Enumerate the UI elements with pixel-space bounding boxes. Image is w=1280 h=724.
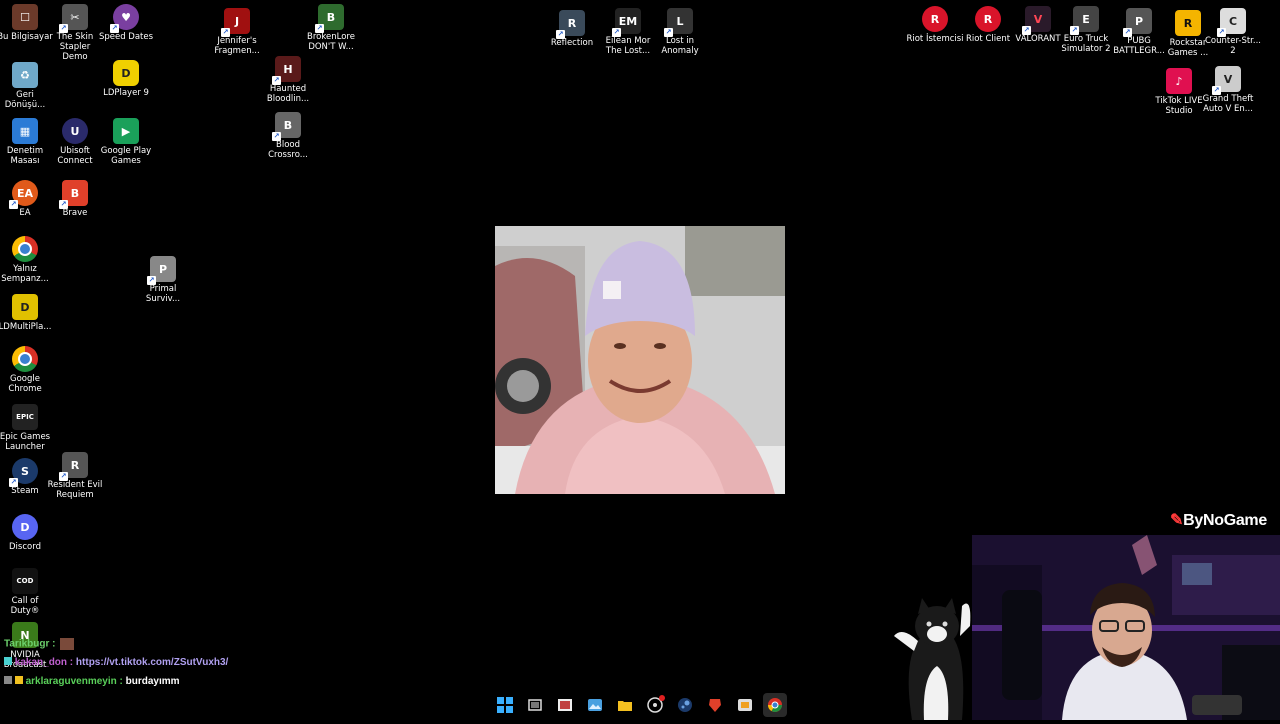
desktop-icon[interactable]: Google Chrome xyxy=(0,346,54,394)
desktop-icon[interactable]: D LDPlayer 9 xyxy=(97,60,155,98)
chat-avatar xyxy=(60,638,75,650)
chat-badge-icon xyxy=(4,676,12,684)
riot-client-icon: R xyxy=(922,6,948,32)
chat-message: kakan_don : https://vt.tiktok.com/ZSutVu… xyxy=(4,657,228,668)
cat-overlay xyxy=(892,596,972,720)
skin-stapler-icon: ✂ ↗ xyxy=(59,4,88,33)
pubg-icon: P ↗ xyxy=(1123,8,1152,37)
blood-crossroads-icon: B ↗ xyxy=(272,112,301,141)
desktop-icon[interactable]: ♻ Geri Dönüşü... xyxy=(0,62,54,110)
steam-icon: S ↗ xyxy=(9,458,38,487)
chat-message: Tarikbugr : xyxy=(4,638,75,650)
chat-message-text[interactable]: https://vt.tiktok.com/ZSutVuxh3/ xyxy=(76,657,228,668)
lost-in-anomaly-icon: L ↗ xyxy=(664,8,693,37)
ea-icon: EA ↗ xyxy=(9,180,38,209)
snipping-tool-icon[interactable] xyxy=(553,693,577,717)
desktop-icon[interactable]: E ↗ Euro Truck Simulator 2 xyxy=(1057,6,1115,54)
primal-survival-icon: P ↗ xyxy=(147,256,176,285)
brave-icon: B ↗ xyxy=(59,180,88,209)
photos-icon[interactable] xyxy=(583,693,607,717)
desktop-icon[interactable]: H ↗ Haunted Bloodlin... xyxy=(259,56,317,104)
call-of-duty-icon: COD xyxy=(12,568,38,594)
epic-games-icon: EPIC xyxy=(12,404,38,430)
brand-watermark: ✎ByNoGame xyxy=(1170,512,1267,529)
desktop-icon[interactable]: ▶ Google Play Games xyxy=(97,118,155,166)
recycle-bin-icon: ♻ xyxy=(12,62,38,88)
ldplayer-icon: D xyxy=(113,60,139,86)
desktop-icon[interactable]: D Discord xyxy=(0,514,54,552)
desktop-icon[interactable]: EM ↗ Eilean Mor The Lost... xyxy=(599,8,657,56)
riot-client-icon: R xyxy=(975,6,1001,32)
brand-logo-icon: ✎ xyxy=(1170,512,1184,529)
euro-truck-icon: E ↗ xyxy=(1070,6,1099,35)
eilean-mor-icon: EM ↗ xyxy=(612,8,641,37)
control-panel-icon: ▦ xyxy=(12,118,38,144)
chrome-taskbar-icon[interactable] xyxy=(763,693,787,717)
computer-icon: ☐ xyxy=(12,4,38,30)
webcam-feed xyxy=(972,535,1280,720)
desktop-icon[interactable]: B ↗ Blood Crossro... xyxy=(259,112,317,160)
ldmultiplayer-icon: D xyxy=(12,294,38,320)
counter-strike-icon: C ↗ xyxy=(1217,8,1246,37)
ubisoft-icon: U xyxy=(62,118,88,144)
desktop-icon[interactable]: R ↗ Reflection xyxy=(543,10,601,48)
chat-badge-icon xyxy=(14,676,23,684)
desktop-icon[interactable]: B ↗ Brave xyxy=(46,180,104,218)
streamer-webcam-illustration xyxy=(972,535,1280,720)
file-explorer-icon[interactable] xyxy=(613,693,637,717)
chrome-icon xyxy=(12,346,38,372)
jennifers-fragments-icon: J ↗ xyxy=(221,8,250,37)
tiktok-live-icon: ♪ xyxy=(1166,68,1192,94)
desktop-icon[interactable]: B ↗ BrokenLore DON'T W... xyxy=(302,4,360,52)
chat-username: kakan_don : xyxy=(14,657,74,668)
desktop-icon[interactable]: EPIC Epic Games Launcher xyxy=(0,404,54,452)
steam-taskbar-icon[interactable] xyxy=(673,693,697,717)
overlay-photo xyxy=(495,226,785,494)
reflection-icon: R ↗ xyxy=(556,10,585,39)
google-play-games-icon: ▶ xyxy=(113,118,139,144)
desktop-icon[interactable]: COD Call of Duty® xyxy=(0,568,54,616)
start-icon[interactable] xyxy=(493,693,517,717)
desktop-icon[interactable]: ✂ ↗ The Skin Stapler Demo xyxy=(46,4,104,62)
valorant-icon: V ↗ xyxy=(1022,6,1051,35)
desktop-icon[interactable]: R ↗ Resident Evil Requiem xyxy=(46,452,104,500)
task-view-icon[interactable] xyxy=(523,693,547,717)
notification-dot xyxy=(659,695,665,701)
person-photo-illustration xyxy=(495,226,785,494)
cat-icon xyxy=(894,598,971,720)
brave-taskbar-icon[interactable] xyxy=(703,693,727,717)
speed-dates-icon: ♥ ↗ xyxy=(110,4,139,33)
haunted-bloodlines-icon: H ↗ xyxy=(272,56,301,85)
chat-username: arklaraguvenmeyin : xyxy=(25,676,123,687)
brokenlore-icon: B ↗ xyxy=(315,4,344,33)
desktop-icon[interactable]: R Riot İstemcisi xyxy=(906,6,964,44)
app-taskbar-icon[interactable] xyxy=(733,693,757,717)
desktop-icon[interactable]: J ↗ Jennifer's Fragmen... xyxy=(208,8,266,56)
chat-message: arklaraguvenmeyin : burdayımm xyxy=(4,676,180,687)
chrome-profile-icon xyxy=(12,236,38,262)
desktop-icon[interactable]: P ↗ Primal Surviv... xyxy=(134,256,192,304)
resident-evil-icon: R ↗ xyxy=(59,452,88,481)
obs-icon[interactable] xyxy=(643,693,667,717)
chat-message-text: burdayımm xyxy=(125,676,180,687)
chat-username: Tarikbugr : xyxy=(4,638,56,650)
rockstar-icon: R xyxy=(1175,10,1201,36)
taskbar xyxy=(490,690,790,720)
desktop-icon[interactable]: D LDMultiPla... xyxy=(0,294,54,332)
desktop-icon[interactable]: V ↗ Grand Theft Auto V En... xyxy=(1199,66,1257,114)
chat-badge-icon xyxy=(4,657,12,665)
desktop-icon[interactable]: L ↗ Lost in Anomaly xyxy=(651,8,709,56)
desktop-icon[interactable]: C ↗ Counter-Str... 2 xyxy=(1204,8,1262,56)
gta-v-icon: V ↗ xyxy=(1212,66,1241,95)
discord-icon: D xyxy=(12,514,38,540)
desktop-icon[interactable]: ♥ ↗ Speed Dates xyxy=(97,4,155,42)
desktop-icon[interactable]: U Ubisoft Connect xyxy=(46,118,104,166)
desktop-icon[interactable]: Yalnız Sempanz... xyxy=(0,236,54,284)
